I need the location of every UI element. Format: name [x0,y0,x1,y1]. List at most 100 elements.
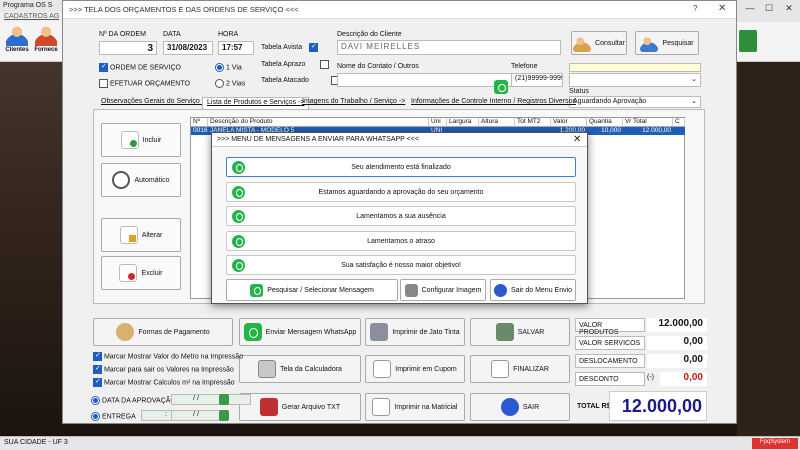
close-icon[interactable]: ✕ [573,134,581,145]
whatsapp-button[interactable]: Enviar Mensagem WhatsApp [239,318,361,346]
calendar-icon[interactable] [219,394,229,405]
extra-field[interactable] [569,63,701,72]
pesquisar-mensagem-label: Pesquisar / Selecionar Mensagem [267,286,374,294]
formas-pagamento-button[interactable]: Formas de Pagamento [93,318,233,346]
date-field[interactable]: 31/08/2023 [163,41,213,55]
tab-observacoes[interactable]: Observações Gerais do Serviço -> [97,97,212,109]
grid-header[interactable]: Largura [447,118,479,127]
grid-header[interactable]: C [673,118,685,127]
message-option[interactable]: Sua satisfação é nosso maior objetivo! [226,255,576,275]
minimize-icon[interactable]: — [743,3,757,17]
sair-valores-option[interactable]: Marcar para sair os Valores na Impressão [93,364,234,374]
whatsapp-icon [232,210,245,223]
client-name-field[interactable]: DAVI MEIRELLES [337,40,561,55]
status-select[interactable]: Aguardando Aprovação ⌄ [569,96,701,108]
chevron-down-icon: ⌄ [691,76,697,83]
calculadora-label: Tela da Calculadora [280,365,342,373]
mostrar-valor-metro-label: Marcar Mostrar Valor do Metro na Impress… [103,353,244,361]
toolbar-fornecedores-button[interactable]: Fornece [32,24,60,60]
two-copies-option[interactable]: 2 Vias [215,79,245,88]
grid-header[interactable]: Nº [191,118,208,127]
ordem-servico-option[interactable]: ORDEM DE SERVIÇO [99,62,181,72]
excluir-button[interactable]: Excluir [101,256,181,290]
configurar-imagem-button[interactable]: Configurar Imagem [400,279,486,301]
maximize-icon[interactable]: ☐ [762,3,776,17]
close-icon[interactable]: ✕ [718,3,726,14]
desconto-value[interactable]: 0,00 [660,372,707,386]
entrega-option[interactable]: ENTREGA [91,412,136,421]
tab-produtos[interactable]: Lista de Produtos e Serviços -> [202,97,310,109]
data-aprovacao-date[interactable]: / / [171,394,221,405]
grid-header[interactable]: Quantia [587,118,623,127]
printer-icon [370,323,389,341]
status-value: Aguardando Aprovação [573,98,647,105]
excel-icon[interactable] [739,30,757,52]
calendar-icon[interactable] [219,410,229,421]
message-option[interactable]: Seu atendimento está finalizado [226,157,576,177]
data-aprovacao-radio[interactable] [91,396,100,405]
help-icon[interactable]: ? [693,4,697,13]
grid-header[interactable]: Tot MT2 [515,118,551,127]
grid-header[interactable]: Altura [479,118,515,127]
one-copy-option[interactable]: 1 Via [215,63,242,72]
data-aprovacao-option[interactable]: DATA DA APROVAÇÃO [91,396,176,405]
grid-cell: 0016 [191,127,208,135]
finalizar-button[interactable]: FINALIZAR [470,355,570,383]
pesquisar-button[interactable]: Pesquisar [635,31,699,55]
ordem-servico-checkbox[interactable] [99,62,108,72]
pesquisar-mensagem-button[interactable]: Pesquisar / Selecionar Mensagem [226,279,398,301]
order-number-field[interactable]: 3 [99,41,157,55]
alterar-button[interactable]: Alterar [101,218,181,252]
mostrar-calculos-option[interactable]: Marcar Mostrar Calculos m² na Impressão [93,377,235,387]
toolbar-clientes-button[interactable]: Clientes [3,24,31,60]
background-menu-cadastros[interactable]: CADASTROS AG [0,12,62,22]
tab-controle[interactable]: Informações de Controle Interno / Regist… [407,97,580,109]
tabela-aprazo-checkbox[interactable] [319,60,329,69]
sair-menu-envio-button[interactable]: Sair do Menu Envio [490,279,576,301]
extra-select[interactable]: ⌄ [569,73,701,87]
message-text: Sua satisfação é nosso maior objetivo! [341,261,461,269]
imprimir-jato-button[interactable]: Imprimir de Jato Tinta [365,318,465,346]
sair-button[interactable]: SAIR [470,393,570,421]
time-field[interactable]: 17:57 [218,41,254,55]
deslocamento-value[interactable]: 0,00 [647,354,707,368]
mostrar-calculos-checkbox[interactable] [93,377,102,387]
imprimir-matricial-button[interactable]: Imprimir na Matricial [365,393,465,421]
two-copies-radio[interactable] [215,79,224,88]
sair-valores-checkbox[interactable] [93,364,102,374]
grid-header[interactable]: Vr Total [623,118,673,127]
entrega-radio[interactable] [91,412,100,421]
incluir-button[interactable]: Incluir [101,123,181,157]
valor-servicos-value: 0,00 [647,336,707,350]
message-option[interactable]: Estamos aguardando a aprovação do seu or… [226,182,576,202]
imprimir-cupom-button[interactable]: Imprimir em Cupom [365,355,465,383]
sair-label: SAIR [522,403,540,411]
grid-cell [673,127,685,135]
efetuar-orcamento-option[interactable]: EFETUAR ORÇAMENTO [99,79,190,88]
message-option[interactable]: Lamentamos o atraso [226,231,576,251]
tab-imagens[interactable]: Imagens do Trabalho / Serviço -> [298,97,409,109]
consultar-button[interactable]: Consultar [571,31,627,55]
automatico-button[interactable]: Automático [101,163,181,197]
mostrar-valor-metro-option[interactable]: Marcar Mostrar Valor do Metro na Impress… [93,351,244,361]
formas-pagamento-label: Formas de Pagamento [138,328,210,336]
phone-field[interactable]: (21)99999-9999 [511,73,563,87]
gerar-txt-button[interactable]: Gerar Arquivo TXT [239,393,361,421]
tabela-avista-checkbox[interactable] [309,42,318,52]
grid-header[interactable]: Descrição do Produto [208,118,429,127]
mostrar-valor-metro-checkbox[interactable] [93,351,102,361]
close-icon[interactable]: ✕ [782,3,796,17]
grid-header[interactable]: Uni [429,118,447,127]
message-option[interactable]: Lamentamos a sua ausência [226,206,576,226]
calculadora-button[interactable]: Tela da Calculadora [239,355,361,383]
message-text: Seu atendimento está finalizado [351,163,451,171]
efetuar-orcamento-checkbox[interactable] [99,79,108,88]
grid-header[interactable]: Valor [551,118,587,127]
whatsapp-icon[interactable] [494,80,508,94]
message-text: Estamos aguardando a aprovação do seu or… [318,188,484,196]
one-copy-radio[interactable] [215,63,224,72]
entrega-date[interactable]: / / [171,410,221,421]
salvar-button[interactable]: SALVAR [470,318,570,346]
auto-icon [112,171,131,189]
tools-icon [404,283,418,297]
